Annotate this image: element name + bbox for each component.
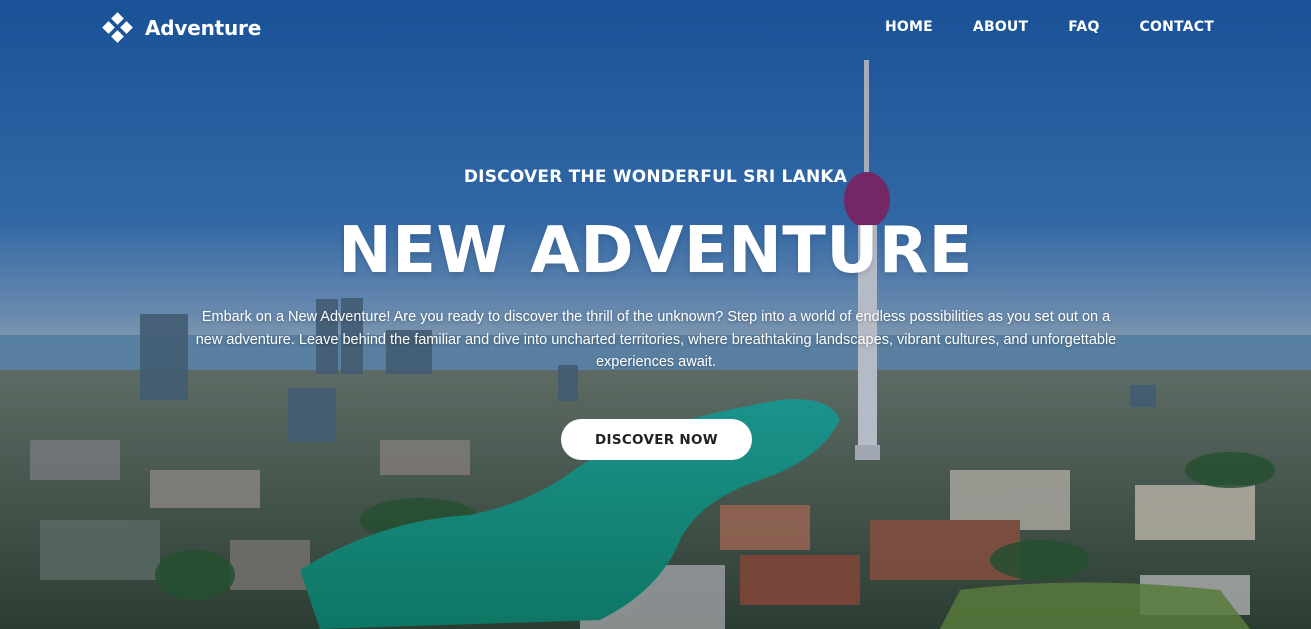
discover-now-button[interactable]: DISCOVER NOW <box>561 419 752 460</box>
nav-home-link[interactable]: HOME <box>885 19 933 35</box>
brand-name: Adventure <box>145 16 262 40</box>
hero-section: Adventure HOME ABOUT FAQ CONTACT DISCOVE… <box>0 0 1311 629</box>
diamond-cluster-icon <box>102 12 133 43</box>
hero-description: Embark on a New Adventure! Are you ready… <box>195 309 1117 370</box>
main-nav: HOME ABOUT FAQ CONTACT <box>885 19 1214 35</box>
nav-faq-link[interactable]: FAQ <box>1068 19 1099 35</box>
hero-eyebrow: DISCOVER THE WONDERFUL SRI LANKA <box>463 167 848 187</box>
hero-title: NEW ADVENTURE <box>338 214 973 288</box>
nav-about-link[interactable]: ABOUT <box>973 19 1028 35</box>
nav-contact-link[interactable]: CONTACT <box>1140 19 1214 35</box>
brand-logo[interactable]: Adventure <box>101 12 261 44</box>
